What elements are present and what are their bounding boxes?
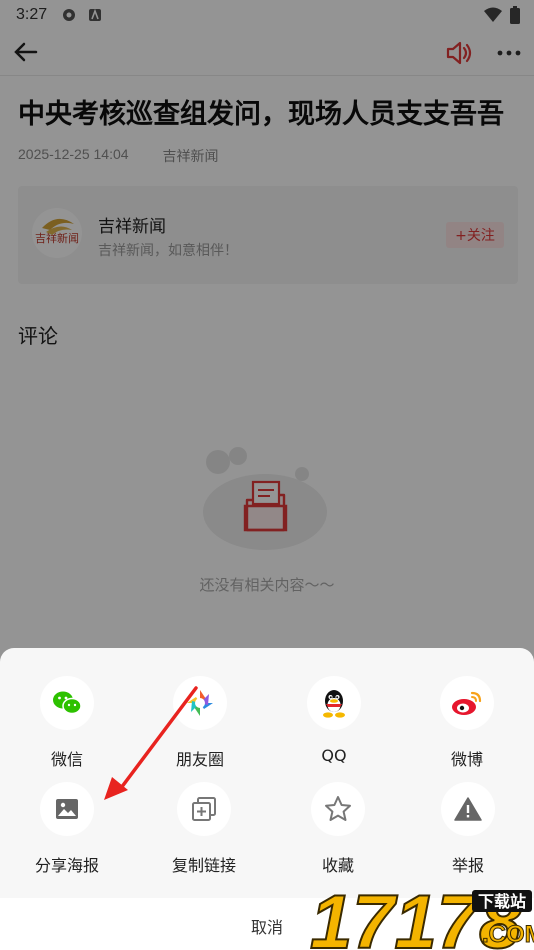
share-weibo[interactable]: 微博 [417, 676, 517, 776]
share-label: 收藏 [321, 856, 354, 875]
watermark-suffix: .COM [482, 921, 534, 948]
share-label: 朋友圈 [175, 750, 224, 769]
warning-icon [454, 797, 482, 821]
share-label: 微博 [450, 750, 483, 769]
wechat-icon [53, 691, 82, 715]
share-report[interactable]: 举报 [418, 782, 518, 882]
share-circle[interactable] [40, 676, 94, 730]
moments-icon [187, 690, 213, 716]
share-circle[interactable] [177, 782, 231, 836]
share-circle[interactable] [40, 782, 94, 836]
share-wechat[interactable]: 微信 [17, 676, 117, 776]
share-qq[interactable]: QQ [284, 676, 384, 776]
share-moments[interactable]: 朋友圈 [150, 676, 250, 776]
share-circle[interactable] [173, 676, 227, 730]
share-favorite[interactable]: 收藏 [288, 782, 388, 882]
star-icon [325, 796, 351, 821]
article-page: 3:27 中央考核巡查组发问，现场人员支支吾吾 2025-12-25 14:04… [0, 0, 534, 950]
share-label: 举报 [451, 856, 484, 875]
watermark-tag: 下载站 [478, 892, 526, 911]
share-poster[interactable]: 分享海报 [17, 782, 117, 882]
copy-icon [192, 797, 216, 821]
share-label: 分享海报 [34, 856, 99, 875]
share-circle[interactable] [441, 782, 495, 836]
share-label: 复制链接 [171, 856, 236, 875]
weibo-icon [452, 691, 482, 715]
share-circle[interactable] [440, 676, 494, 730]
share-label: 微信 [50, 750, 83, 769]
qq-icon [323, 690, 345, 718]
share-circle[interactable] [307, 676, 361, 730]
watermark-logo: 17178 下载站 .COM [309, 886, 534, 950]
image-icon [56, 799, 78, 819]
share-copy-link[interactable]: 复制链接 [154, 782, 254, 882]
share-circle[interactable] [311, 782, 365, 836]
share-label: QQ [321, 746, 347, 765]
